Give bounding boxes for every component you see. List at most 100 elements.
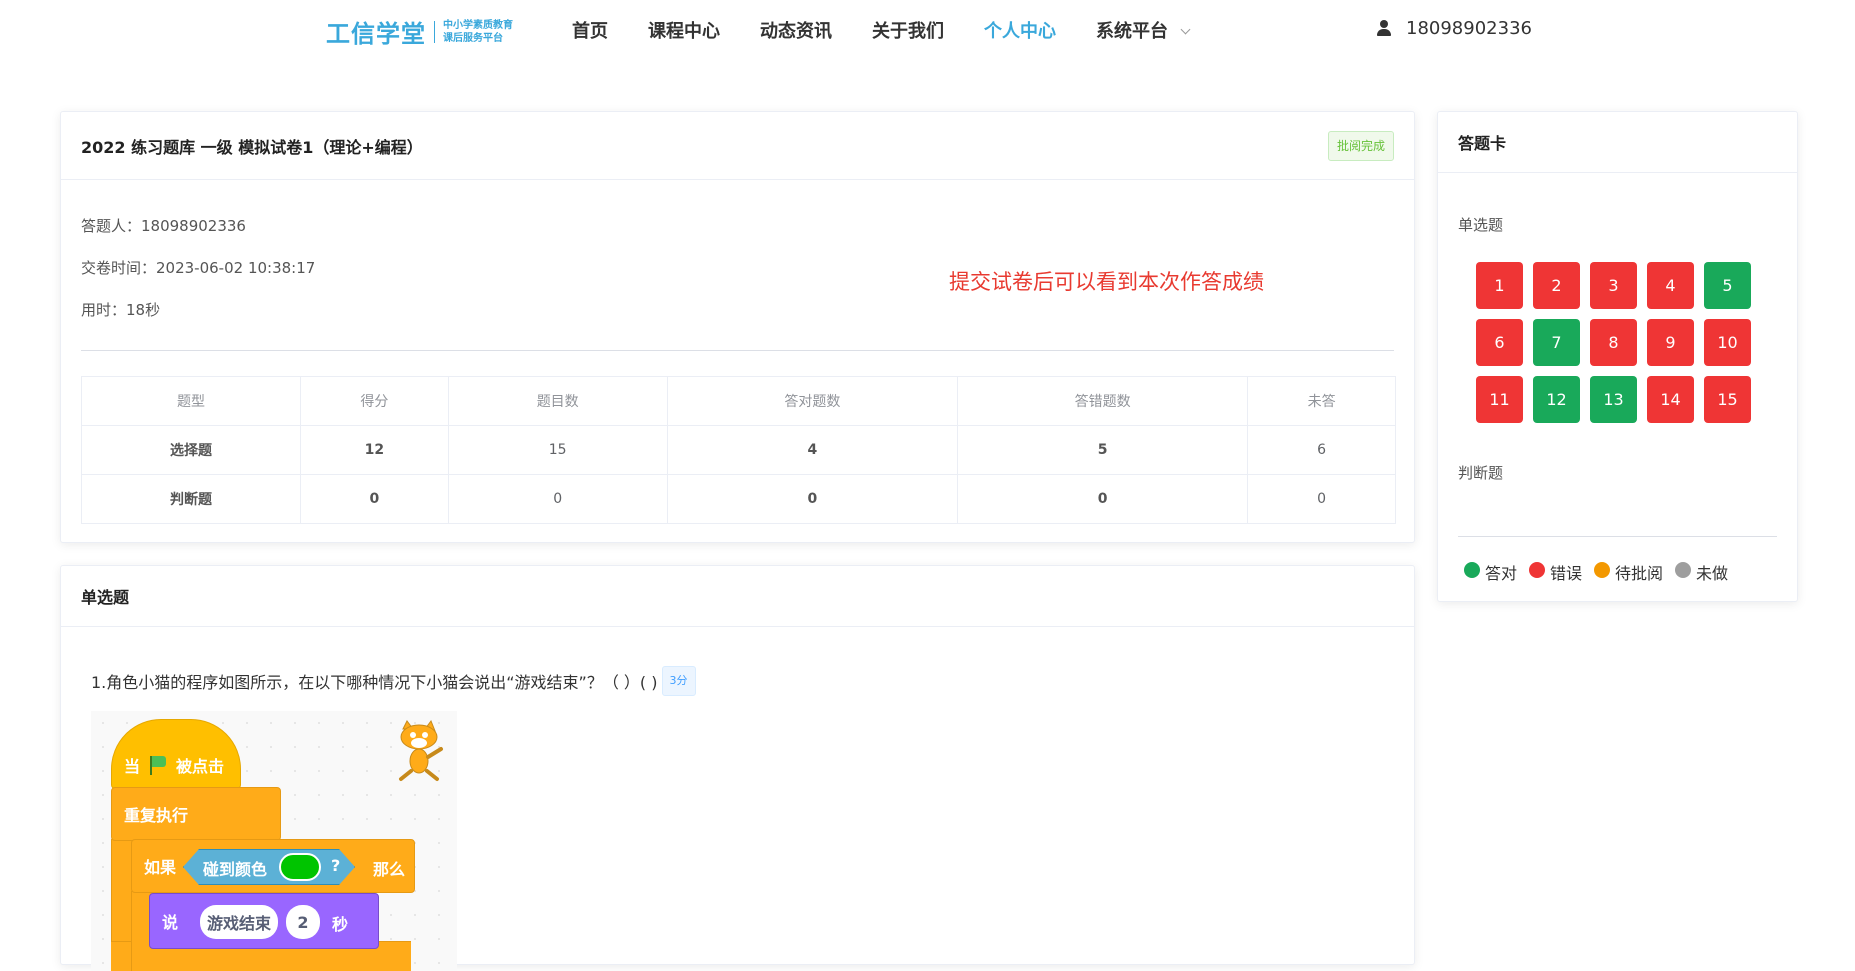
table-header: 得分 bbox=[300, 376, 449, 426]
table-cell: 4 bbox=[666, 425, 958, 475]
answer-number-14[interactable]: 14 bbox=[1647, 376, 1694, 423]
table-header: 答对题数 bbox=[666, 376, 958, 426]
green-flag-icon bbox=[148, 755, 168, 775]
site-logo[interactable]: 工信学堂 中小学素质教育 课后服务平台 bbox=[326, 14, 513, 49]
answer-number-2[interactable]: 2 bbox=[1533, 262, 1580, 309]
legend-item: 错误 bbox=[1529, 560, 1582, 584]
nav-news[interactable]: 动态资讯 bbox=[760, 17, 832, 43]
status-dot-icon bbox=[1675, 562, 1692, 578]
exam-card-header: 2022 练习题库 一级 模拟试卷1（理论+编程） 批阅完成 bbox=[61, 112, 1414, 180]
answer-sheet-header: 答题卡 bbox=[1438, 112, 1797, 173]
top-header: 工信学堂 中小学素质教育 课后服务平台 首页 课程中心 动态资讯 关于我们 个人… bbox=[0, 0, 1855, 60]
nav-about[interactable]: 关于我们 bbox=[872, 17, 944, 43]
answer-number-13[interactable]: 13 bbox=[1590, 376, 1637, 423]
score-table: 题型 得分 题目数 答对题数 答错题数 未答 选择题 12 15 4 5 6 判… bbox=[81, 376, 1396, 524]
status-dot-icon bbox=[1529, 562, 1546, 578]
chevron-down-icon bbox=[1180, 24, 1191, 35]
answer-number-4[interactable]: 4 bbox=[1647, 262, 1694, 309]
table-cell: 12 bbox=[300, 425, 449, 475]
table-header: 题目数 bbox=[447, 376, 668, 426]
section-title: 单选题 bbox=[81, 588, 130, 607]
status-dot-icon bbox=[1594, 562, 1611, 578]
table-cell: 0 bbox=[956, 474, 1249, 524]
table-cell: 6 bbox=[1247, 425, 1396, 475]
answer-number-1[interactable]: 1 bbox=[1476, 262, 1523, 309]
legend-label: 未做 bbox=[1696, 564, 1729, 583]
question-1-text: 1.角色小猫的程序如图所示，在以下哪种情况下小猫会说出“游戏结束”？（ ）( ) bbox=[91, 673, 658, 692]
table-cell: 判断题 bbox=[81, 474, 301, 524]
single-choice-label: 单选题 bbox=[1458, 216, 1504, 234]
exam-title: 2022 练习题库 一级 模拟试卷1（理论+编程） bbox=[81, 137, 423, 157]
logo-sub-line-2: 课后服务平台 bbox=[443, 32, 503, 44]
exam-summary-card: 2022 练习题库 一级 模拟试卷1（理论+编程） 批阅完成 答题人：18098… bbox=[60, 111, 1415, 543]
nav-profile[interactable]: 个人中心 bbox=[984, 17, 1056, 43]
answer-number-7[interactable]: 7 bbox=[1533, 319, 1580, 366]
if-label: 如果 bbox=[144, 858, 177, 877]
logo-subtitle: 中小学素质教育 课后服务平台 bbox=[443, 19, 513, 45]
exam-info: 答题人：18098902336 交卷时间：2023-06-02 10:38:17… bbox=[81, 215, 315, 341]
status-dot-icon bbox=[1464, 562, 1480, 578]
table-row: 判断题 0 0 0 0 0 bbox=[81, 474, 1396, 524]
table-cell: 选择题 bbox=[81, 425, 301, 475]
divider bbox=[1458, 536, 1777, 537]
when-prefix: 当 bbox=[124, 757, 141, 776]
table-header: 未答 bbox=[1247, 376, 1396, 426]
legend-item: 未做 bbox=[1675, 560, 1728, 584]
legend-item: 待批阅 bbox=[1594, 560, 1663, 584]
status-legend: 答对 错误 待批阅 未做 bbox=[1464, 560, 1740, 584]
green-color-swatch bbox=[279, 853, 321, 881]
duration: 用时：18秒 bbox=[81, 301, 161, 319]
answer-number-15[interactable]: 15 bbox=[1704, 376, 1751, 423]
logo-sub-line-1: 中小学素质教育 bbox=[443, 19, 513, 31]
say-block: 说 游戏结束 2 秒 bbox=[149, 893, 379, 949]
submit-time: 交卷时间：2023-06-02 10:38:17 bbox=[81, 259, 316, 277]
answer-number-11[interactable]: 11 bbox=[1476, 376, 1523, 423]
table-cell: 0 bbox=[1247, 474, 1396, 524]
main-nav: 首页 课程中心 动态资讯 关于我们 个人中心 系统平台 bbox=[572, 0, 1229, 60]
divider bbox=[81, 350, 1394, 351]
questions-card: 单选题 1.角色小猫的程序如图所示，在以下哪种情况下小猫会说出“游戏结束”？（ … bbox=[60, 565, 1415, 971]
answer-number-5[interactable]: 5 bbox=[1704, 262, 1751, 309]
table-cell: 5 bbox=[956, 425, 1249, 475]
legend-label: 答对 bbox=[1485, 564, 1518, 583]
legend-label: 待批阅 bbox=[1615, 564, 1664, 583]
user-icon bbox=[1376, 20, 1392, 37]
table-row: 选择题 12 15 4 5 6 bbox=[81, 425, 1396, 475]
points-badge: 3分 bbox=[661, 666, 696, 696]
nav-courses[interactable]: 课程中心 bbox=[648, 17, 720, 43]
table-cell: 0 bbox=[447, 474, 668, 524]
legend-item: 答对 bbox=[1464, 560, 1517, 584]
table-cell: 15 bbox=[447, 425, 668, 475]
status-badge: 批阅完成 bbox=[1327, 130, 1394, 161]
table-header-row: 题型 得分 题目数 答对题数 答错题数 未答 bbox=[81, 376, 1396, 426]
touching-color-label: 碰到颜色 bbox=[203, 860, 268, 879]
answer-number-6[interactable]: 6 bbox=[1476, 319, 1523, 366]
answer-number-3[interactable]: 3 bbox=[1590, 262, 1637, 309]
seconds-unit: 秒 bbox=[332, 915, 349, 934]
forever-label: 重复执行 bbox=[124, 806, 189, 825]
table-header: 题型 bbox=[81, 376, 301, 426]
say-seconds-pill: 2 bbox=[286, 905, 320, 939]
answerer: 答题人：18098902336 bbox=[81, 217, 246, 235]
answer-number-9[interactable]: 9 bbox=[1647, 319, 1694, 366]
question-1: 1.角色小猫的程序如图所示，在以下哪种情况下小猫会说出“游戏结束”？（ ）( )… bbox=[91, 666, 696, 696]
table-cell: 0 bbox=[666, 474, 958, 524]
answer-sheet-card: 答题卡 单选题 1 2 3 4 5 6 7 8 9 10 11 12 13 14 15 判断题 答对 错误 待批… bbox=[1437, 111, 1798, 602]
answer-number-8[interactable]: 8 bbox=[1590, 319, 1637, 366]
answer-number-10[interactable]: 10 bbox=[1704, 319, 1751, 366]
legend-label: 错误 bbox=[1550, 564, 1583, 583]
then-label: 那么 bbox=[373, 860, 406, 879]
answer-number-12[interactable]: 12 bbox=[1533, 376, 1580, 423]
true-false-label: 判断题 bbox=[1458, 464, 1504, 482]
scratch-cat-icon bbox=[399, 719, 443, 781]
questions-header: 单选题 bbox=[61, 566, 1414, 627]
say-text-pill: 游戏结束 bbox=[200, 905, 278, 939]
question-mark: ? bbox=[331, 856, 341, 875]
scratch-code-image: 当 被点击 重复执行 如果 碰到颜色 ? 那么 说 游戏结束 2 秒 bbox=[91, 711, 457, 971]
user-menu[interactable]: 18098902336 bbox=[1376, 18, 1532, 39]
answer-sheet-title: 答题卡 bbox=[1458, 134, 1507, 153]
say-label: 说 bbox=[162, 913, 179, 932]
nav-home[interactable]: 首页 bbox=[572, 17, 608, 43]
score-notice: 提交试卷后可以看到本次作答成绩 bbox=[949, 270, 1264, 294]
nav-platform[interactable]: 系统平台 bbox=[1096, 17, 1191, 43]
